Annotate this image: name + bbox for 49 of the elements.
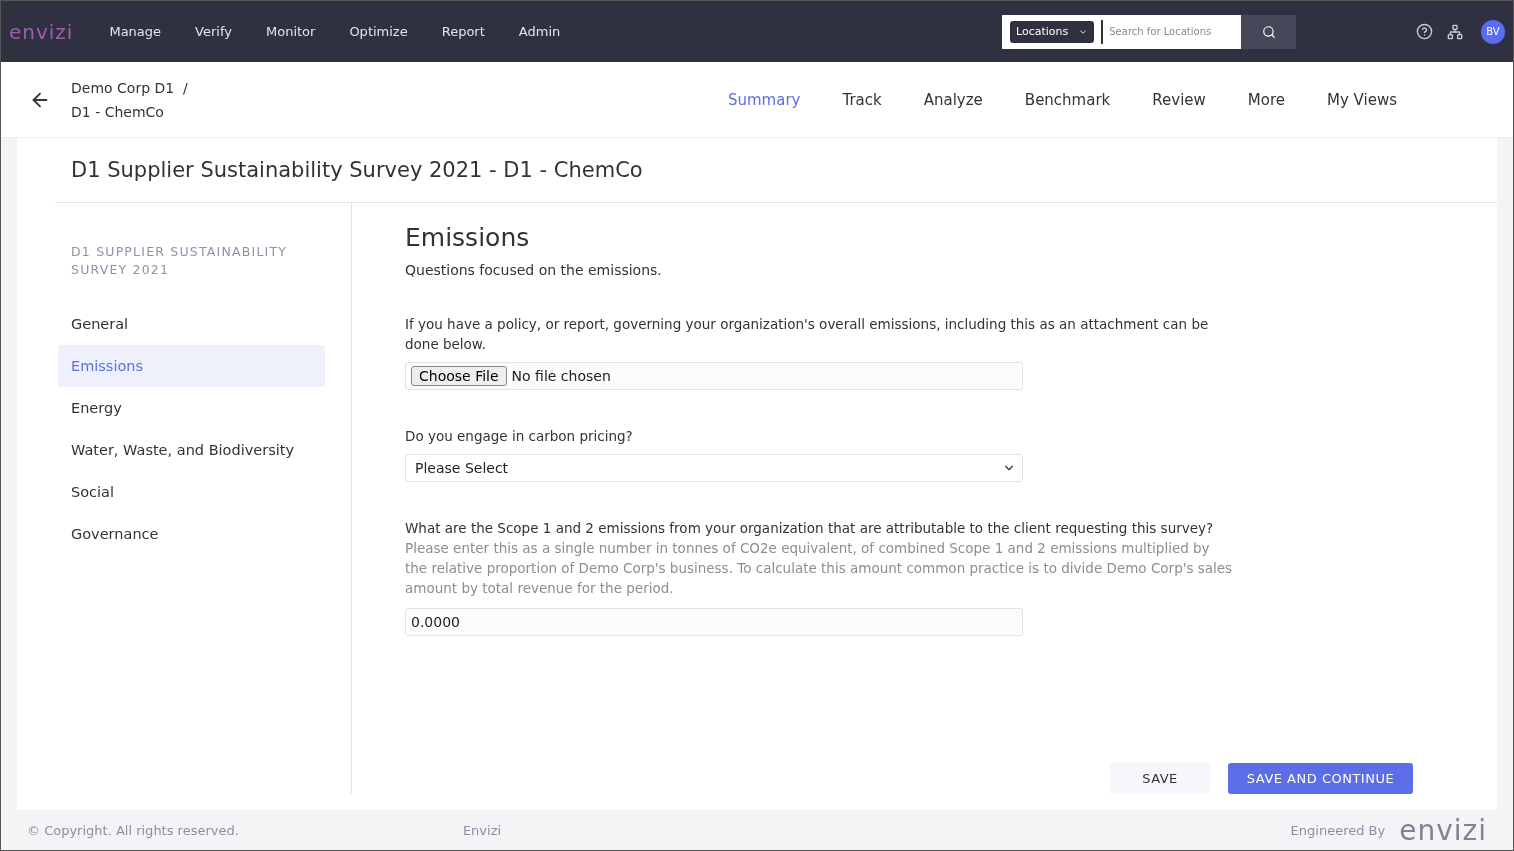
- help-button[interactable]: [1416, 23, 1433, 40]
- number-input[interactable]: 0.0000: [405, 608, 1023, 636]
- nav-menu-item[interactable]: Manage: [109, 24, 162, 39]
- save-and-continue-button[interactable]: SAVE AND CONTINUE: [1228, 763, 1413, 794]
- select-value: Please Select: [415, 460, 509, 476]
- select-dropdown[interactable]: Please Select: [405, 454, 1023, 482]
- sidebar-item[interactable]: Social: [58, 471, 325, 513]
- sidebar-heading: D1 SUPPLIER SUSTAINABILITY SURVEY 2021: [71, 243, 289, 279]
- copyright-text: © Copyright. All rights reserved.: [27, 822, 239, 838]
- nav-tab[interactable]: Review: [1152, 90, 1206, 109]
- nav-menu-item[interactable]: Optimize: [349, 24, 408, 39]
- sidebar-item[interactable]: Emissions: [58, 345, 325, 387]
- user-avatar[interactable]: BV: [1481, 19, 1505, 44]
- nav-tab[interactable]: More: [1247, 90, 1285, 109]
- nav-menu-item[interactable]: Report: [441, 24, 485, 39]
- file-input[interactable]: Choose File No file chosen: [405, 362, 1023, 390]
- hierarchy-button[interactable]: [1447, 23, 1463, 40]
- file-status: No file chosen: [511, 368, 611, 384]
- question-help-text: Please enter this as a single number in tonnes of CO2e equivalent, of combined Scope 1 and 2 emissions multiplied by the relative proportion of Demo Corp's business. To calculate this amount common practice is to divide Demo Corp's sales amount by total revenue for the period.: [405, 539, 1234, 598]
- question-label: Do you engage in carbon pricing?: [405, 427, 634, 446]
- save-button[interactable]: SAVE: [1110, 763, 1210, 794]
- sidebar-item[interactable]: Governance: [58, 513, 325, 555]
- scope-dropdown[interactable]: Locations: [1010, 20, 1095, 43]
- choose-file-button[interactable]: Choose File: [411, 366, 507, 386]
- sidebar-item[interactable]: General: [58, 303, 325, 345]
- question-label: What are the Scope 1 and 2 emissions from your organization that are attributable to the client requesting this survey?: [405, 519, 1215, 538]
- nav-tab[interactable]: Analyze: [923, 90, 983, 109]
- search-icon: [1261, 24, 1276, 39]
- search-button[interactable]: [1241, 14, 1296, 49]
- nav-menu-item[interactable]: Admin: [518, 24, 561, 39]
- page-title: D1 Supplier Sustainability Survey 2021 - D1 - ChemCo: [55, 138, 1497, 203]
- nav-tab[interactable]: Summary: [727, 90, 801, 109]
- section-title: Emissions: [405, 223, 531, 252]
- nav-menu-item[interactable]: Verify: [195, 24, 232, 39]
- nav-tab[interactable]: Track: [842, 90, 882, 109]
- nav-tab[interactable]: Benchmark: [1024, 90, 1111, 109]
- breadcrumb-link[interactable]: Demo Corp D1 /: [71, 79, 188, 96]
- nav-tab[interactable]: My Views: [1327, 90, 1397, 109]
- sidebar-item[interactable]: Water, Waste, and Biodiversity: [58, 429, 325, 471]
- breadcrumb-current: D1 - ChemCo: [71, 103, 165, 120]
- question-label: If you have a policy, or report, governing your organization's overall emissions, including this as an attachment can be done below.: [405, 315, 1210, 354]
- nav-menu-item[interactable]: Monitor: [265, 24, 316, 39]
- sidebar-item[interactable]: Energy: [58, 387, 325, 429]
- logo: envizi: [9, 19, 74, 44]
- search-field[interactable]: Locations Search for Locations: [1002, 14, 1241, 49]
- engineered-by-text: Engineered By: [1290, 822, 1386, 838]
- footer-logo: envizi: [1399, 813, 1487, 847]
- footer-brand-text: Envizi: [462, 822, 502, 838]
- section-description: Questions focused on the emissions.: [405, 262, 663, 278]
